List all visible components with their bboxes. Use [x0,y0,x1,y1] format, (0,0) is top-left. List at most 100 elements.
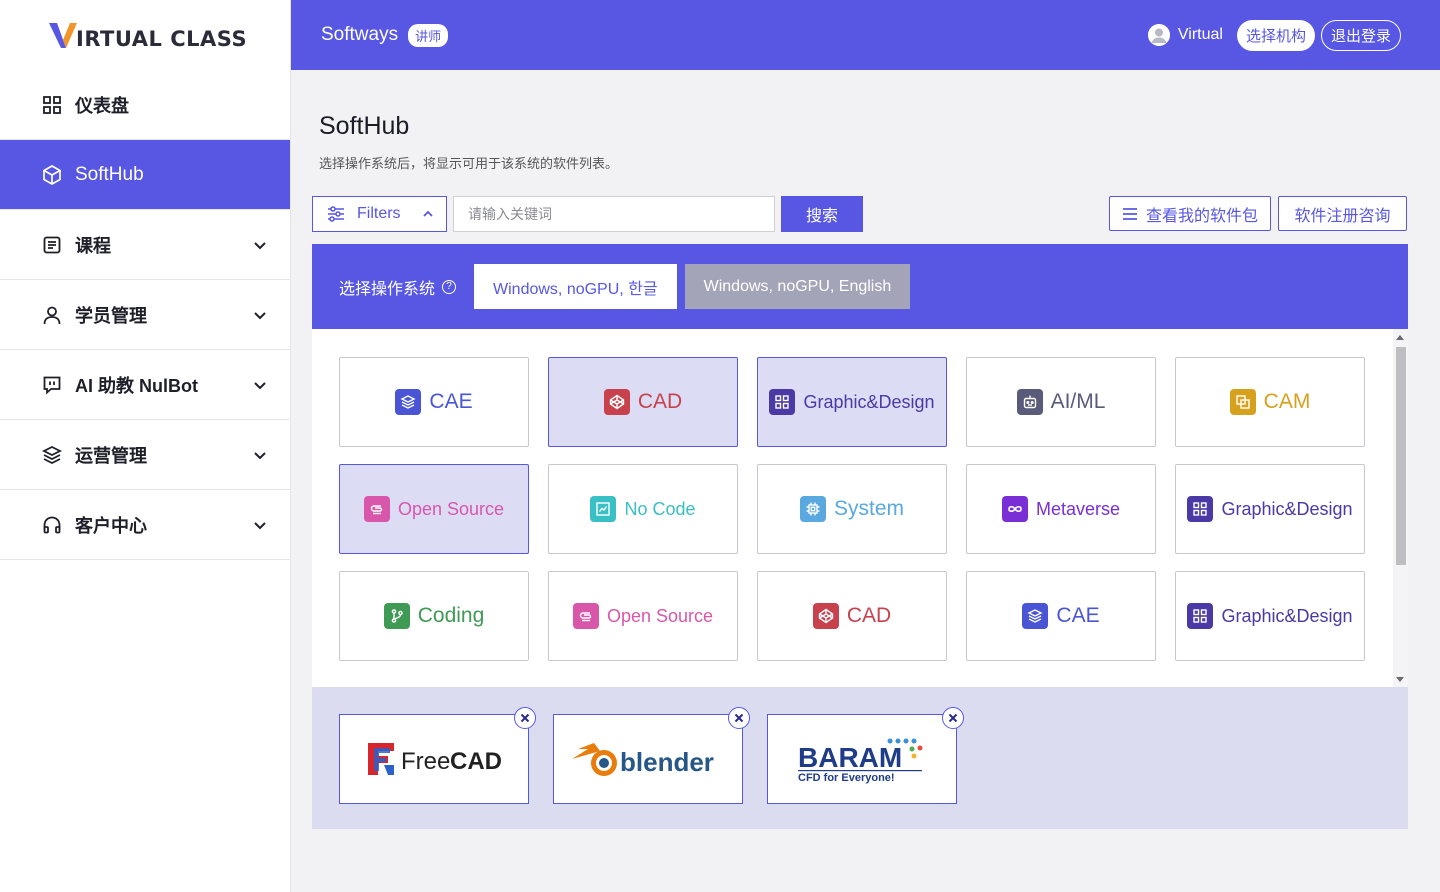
scroll-down-arrow[interactable] [1396,677,1404,682]
chart-icon [590,496,617,522]
layers-icon [1022,603,1049,629]
git-branch-icon [383,603,410,629]
chevron-down-icon [254,521,266,529]
sidebar-item-label: AI 助教 NulBot [75,375,198,396]
category-label: Metaverse [1035,498,1121,519]
category-label: Graphic&Design [1221,605,1353,626]
sidebar-item-label: 运营管理 [75,445,147,466]
select-org-button[interactable]: 选择机构 [1236,19,1315,51]
sliders-icon [328,206,344,222]
dashboard-grid-icon [41,94,63,116]
remove-package-close-icon[interactable] [728,707,750,729]
grid-icon [769,389,796,415]
category-cae[interactable]: CAE [966,571,1156,661]
scrollbar[interactable] [1393,329,1408,687]
search-button[interactable]: 搜索 [781,196,863,232]
user-menu[interactable]: Virtual [1147,24,1223,46]
sidebar: IRTUAL CLASS 仪表盘 SoftHub 课程 学员管理 AI 助教 N… [0,0,291,892]
category-label: Coding [417,604,485,627]
sidebar-item-ai-assistant[interactable]: AI 助教 NulBot [0,350,290,420]
category-label: CAD [846,604,892,627]
package-card-baram[interactable]: BARAM CFD for Everyone! [767,707,964,804]
sidebar-item-label: 仪表盘 [75,95,129,116]
robot-icon [1016,389,1043,415]
category-cad[interactable]: CAD [757,571,947,661]
list-icon [1122,207,1137,220]
category-open-source[interactable]: Open Source [339,464,529,554]
chevron-down-icon [254,241,266,249]
cube-icon [41,164,63,186]
category-label: CAE [1056,604,1100,627]
category-graphic-design[interactable]: Graphic&Design [757,357,947,447]
category-ai-ml[interactable]: AI/ML [966,357,1156,447]
role-badge: 讲师 [408,23,449,47]
package-card-freecad[interactable]: Free CAD [339,707,536,804]
my-packages-label: 查看我的软件包 [1145,207,1258,225]
blender-logo: blender [572,743,714,777]
sidebar-item-courses[interactable]: 课程 [0,210,290,280]
category-no-code[interactable]: No Code [548,464,738,554]
user-icon [41,304,63,326]
user-name: Virtual [1177,26,1223,43]
category-label: System [833,497,904,520]
category-label: Open Source [606,605,714,626]
category-coding[interactable]: Coding [339,571,529,661]
category-system[interactable]: System [757,464,947,554]
category-label: Graphic&Design [1221,498,1353,519]
baram-tagline: CFD for Everyone! [798,772,895,784]
os-option-windows-korean[interactable]: Windows, noGPU, 한글 [474,264,677,309]
scroll-up-arrow[interactable] [1396,335,1404,340]
page-title: SoftHub [319,112,410,140]
avatar-icon [1147,24,1170,46]
codepen-icon [812,603,839,629]
category-metaverse[interactable]: Metaverse [966,464,1156,554]
help-icon[interactable]: ? [442,279,457,294]
registration-inquiry-button[interactable]: 软件注册咨询 [1278,196,1407,231]
infinity-icon [1001,496,1028,522]
category-cae[interactable]: CAE [339,357,529,447]
grid-icon [1187,603,1214,629]
sidebar-item-operations[interactable]: 运营管理 [0,420,290,490]
sidebar-item-students[interactable]: 学员管理 [0,280,290,350]
chevron-down-icon [254,451,266,459]
headphones-icon [41,514,63,536]
filters-button[interactable]: Filters [312,196,447,232]
sidebar-item-dashboard[interactable]: 仪表盘 [0,70,290,140]
book-icon [41,234,63,256]
scroll-thumb[interactable] [1396,347,1406,565]
category-open-source[interactable]: Open Source [548,571,738,661]
org-name: Softways [321,24,399,45]
sidebar-item-label: SoftHub [75,163,144,185]
page-subtitle: 选择操作系统后，将显示可用于该系统的软件列表。 [319,156,619,171]
remove-package-close-icon[interactable] [942,707,964,729]
filters-label: Filters [357,205,401,222]
category-label: Open Source [397,498,505,519]
top-header: Softways 讲师 Virtual 选择机构 退出登录 [291,0,1440,70]
search-input[interactable] [453,196,775,232]
category-graphic-design[interactable]: Graphic&Design [1175,464,1365,554]
category-cad[interactable]: CAD [548,357,738,447]
grid-icon [1187,496,1214,522]
os-label-text: 选择操作系统 [339,280,436,298]
my-packages-button[interactable]: 查看我的软件包 [1109,196,1271,231]
sidebar-item-softhub[interactable]: SoftHub [0,140,290,210]
category-panel: CAE CAD Graphic&Design AI/ML CAM Open So… [312,329,1408,687]
sidebar-item-customer-center[interactable]: 客户中心 [0,490,290,560]
remove-package-close-icon[interactable] [514,707,536,729]
paperclip-icon [572,603,599,629]
logo-text: IRTUAL CLASS [76,27,248,51]
selected-packages-tray: Free CAD blender BARAM CFD for Everyone! [312,687,1408,829]
chevron-down-icon [254,381,266,389]
category-cam[interactable]: CAM [1175,357,1365,447]
os-option-windows-english[interactable]: Windows, noGPU, English [684,264,911,309]
os-selector-label: 选择操作系统 ? [339,275,457,299]
brand-logo[interactable]: IRTUAL CLASS [0,0,290,70]
sidebar-item-label: 客户中心 [75,515,147,536]
chevron-up-icon [423,210,433,217]
freecad-logo: Free CAD [368,743,502,775]
logout-button[interactable]: 退出登录 [1320,19,1401,51]
category-graphic-design[interactable]: Graphic&Design [1175,571,1365,661]
package-card-blender[interactable]: blender [553,707,750,804]
category-label: CAE [429,390,473,413]
sidebar-item-label: 学员管理 [75,305,147,326]
